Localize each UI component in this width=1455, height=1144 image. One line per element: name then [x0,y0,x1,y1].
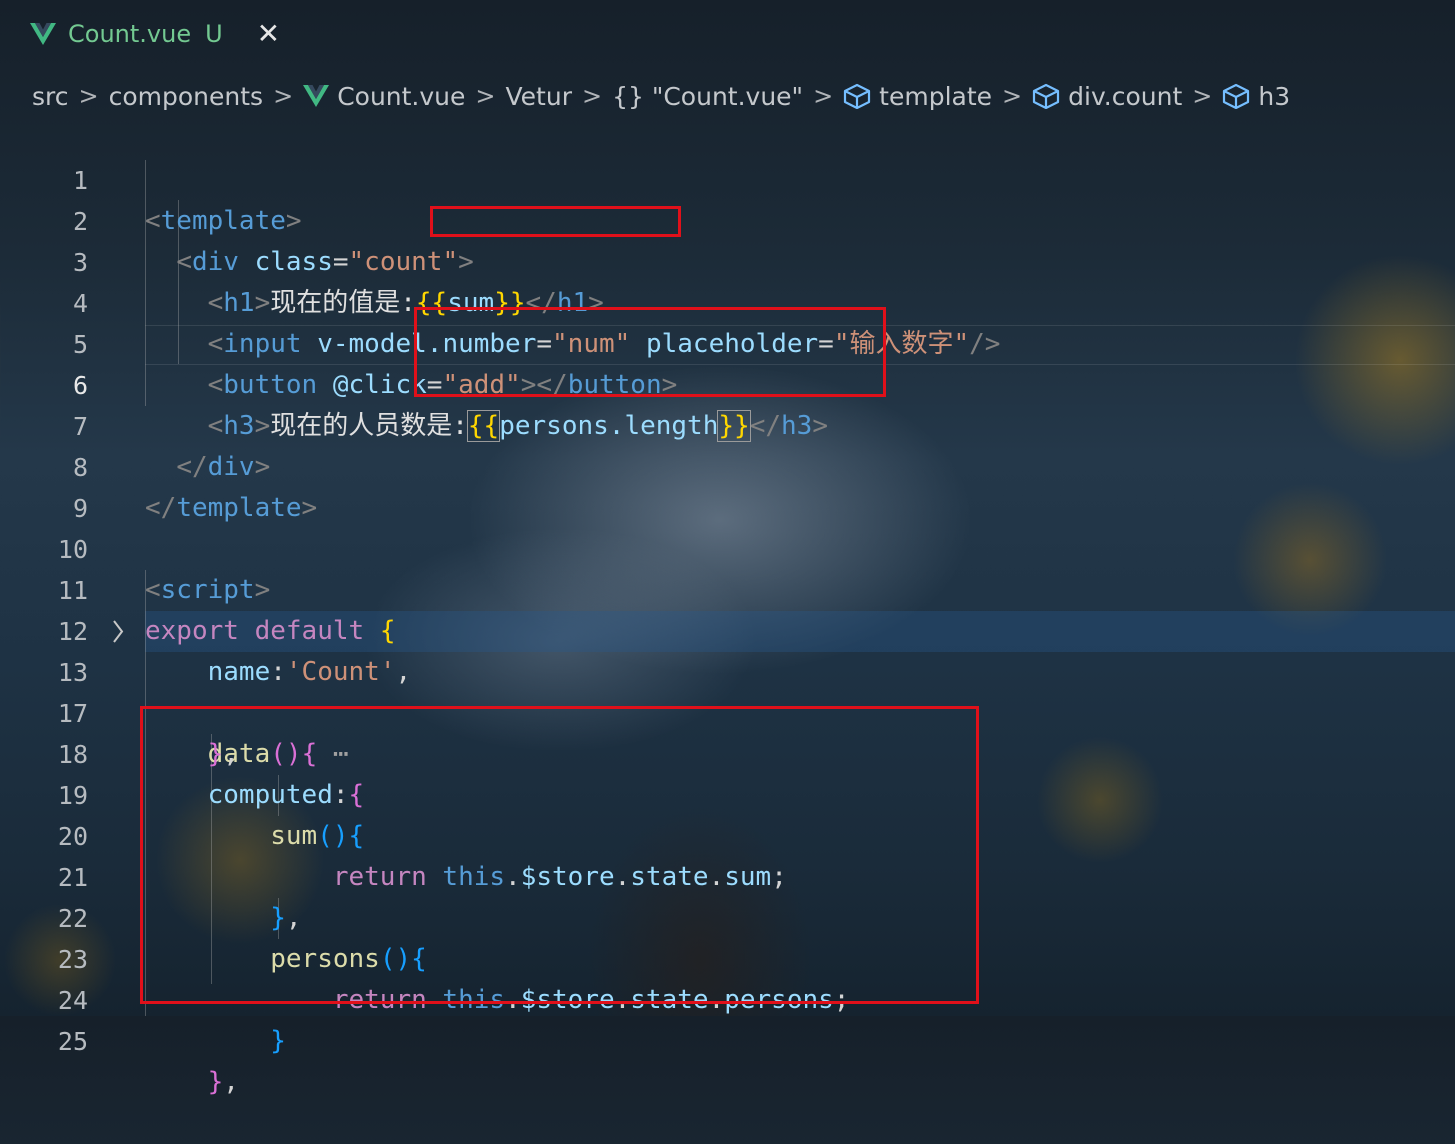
code-line: 2 <div class="count"> [0,160,1455,277]
tab-bar: Count.vue U ✕ [0,0,1455,68]
chevron-right-icon: > [1192,82,1213,110]
code-line-folded: 13 data(){ ⋯ [0,611,1455,769]
code-line: 17 }, [0,652,1455,769]
code-line: 11 export default { [0,529,1455,646]
tab-title: Count.vue [68,20,192,48]
annotation-box-persons-length [414,307,886,397]
code-line: 4 <input v-model.number="num" placeholde… [0,242,1455,359]
annotation-box-computed [140,706,979,1004]
breadcrumb-template[interactable]: template [843,82,992,111]
close-icon[interactable]: ✕ [257,20,280,48]
code-line: 12 name:'Count', [0,570,1455,687]
chevron-right-icon: > [813,82,834,110]
chevron-right-icon: > [581,82,603,110]
breadcrumb-vetur[interactable]: Vetur [506,82,572,111]
code-line: 1 <template> [0,119,1455,236]
breadcrumb-count-vue[interactable]: Count.vue [303,82,465,111]
breadcrumb-div-count[interactable]: div.count [1032,82,1182,111]
chevron-right-icon: > [273,82,294,110]
tab-count-vue[interactable]: Count.vue U ✕ [0,0,302,68]
line-number: 25 [57,1027,88,1056]
breadcrumb-h3[interactable]: h3 [1222,82,1290,111]
code-line: 3 <h1>现在的值是:{{sum}}</h1> [0,201,1455,318]
code-line: 9 [0,447,1455,523]
breadcrumb: src > components > Count.vue > Vetur > {… [32,74,1290,118]
breadcrumb-components[interactable]: components [109,82,263,111]
code-line: 10 <script> [0,488,1455,605]
chevron-right-icon: > [1002,82,1023,110]
tab-modified-badge: U [205,20,223,48]
vue-logo-icon [303,85,330,107]
cube-icon [1032,83,1060,109]
annotation-box-sum [430,206,681,237]
breadcrumb-src[interactable]: src [32,82,69,111]
chevron-right-icon: > [78,82,99,110]
cube-icon [1222,83,1250,109]
vue-logo-icon [30,23,56,45]
chevron-right-icon: > [475,82,496,110]
cube-icon [843,83,871,109]
breadcrumb-module[interactable]: {} "Count.vue" [612,82,803,111]
code-line: 8 </template> [0,406,1455,523]
